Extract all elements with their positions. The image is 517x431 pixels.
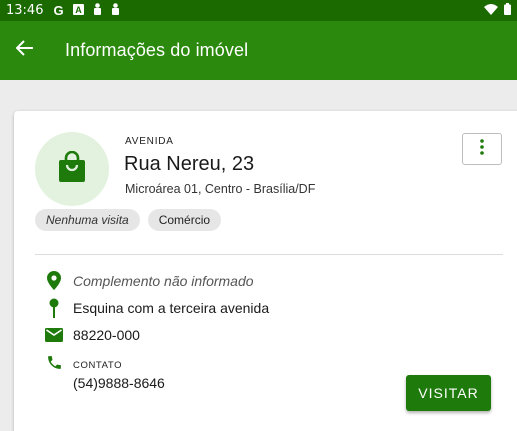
complement-text: Complemento não informado	[73, 272, 254, 289]
back-button[interactable]	[0, 21, 50, 80]
shopping-bag-icon	[57, 150, 87, 188]
arrow-back-icon	[15, 40, 34, 61]
visit-status-chip: Nenhuma visita	[35, 209, 140, 231]
contact-phone: (54)9888-8646	[73, 375, 165, 391]
app-bar: Informações do imóvel	[0, 21, 517, 80]
contact-label: CONTATO	[73, 360, 123, 371]
person-icon	[111, 3, 120, 18]
wifi-icon	[484, 3, 498, 18]
property-address: Rua Nereu, 23	[124, 153, 255, 175]
category-chip: Comércio	[147, 209, 222, 231]
mail-icon	[44, 328, 64, 342]
reference-row: Esquina com a terceira avenida	[44, 298, 269, 318]
status-bar: 13:46 G A	[0, 0, 517, 21]
reference-text: Esquina com a terceira avenida	[73, 300, 270, 316]
font-a-icon: A	[72, 3, 84, 18]
more-vert-icon	[480, 138, 484, 160]
property-type: AVENIDA	[125, 136, 174, 147]
chip-group: Nenhuma visita Comércio	[35, 209, 222, 231]
svg-text:A: A	[75, 5, 82, 15]
phone-icon	[44, 354, 64, 371]
complement-row: Complemento não informado	[44, 271, 254, 290]
property-subtitle: Microárea 01, Centro - Brasília/DF	[125, 182, 316, 196]
status-time: 13:46	[6, 3, 44, 18]
property-card: AVENIDA Rua Nereu, 23 Microárea 01, Cent…	[14, 111, 517, 431]
property-avatar	[35, 132, 109, 206]
battery-icon	[504, 3, 511, 18]
divider	[35, 254, 503, 255]
google-g-icon: G	[53, 3, 64, 18]
contact-row	[44, 354, 73, 371]
person-icon	[93, 3, 102, 18]
more-options-button[interactable]	[462, 133, 502, 165]
cep-row: 88220-000	[44, 327, 140, 343]
cep-text: 88220-000	[73, 327, 140, 343]
page-title: Informações do imóvel	[65, 40, 249, 60]
location-pin-icon	[44, 271, 64, 290]
map-pin-icon	[44, 298, 64, 318]
visit-button[interactable]: VISITAR	[406, 375, 491, 411]
